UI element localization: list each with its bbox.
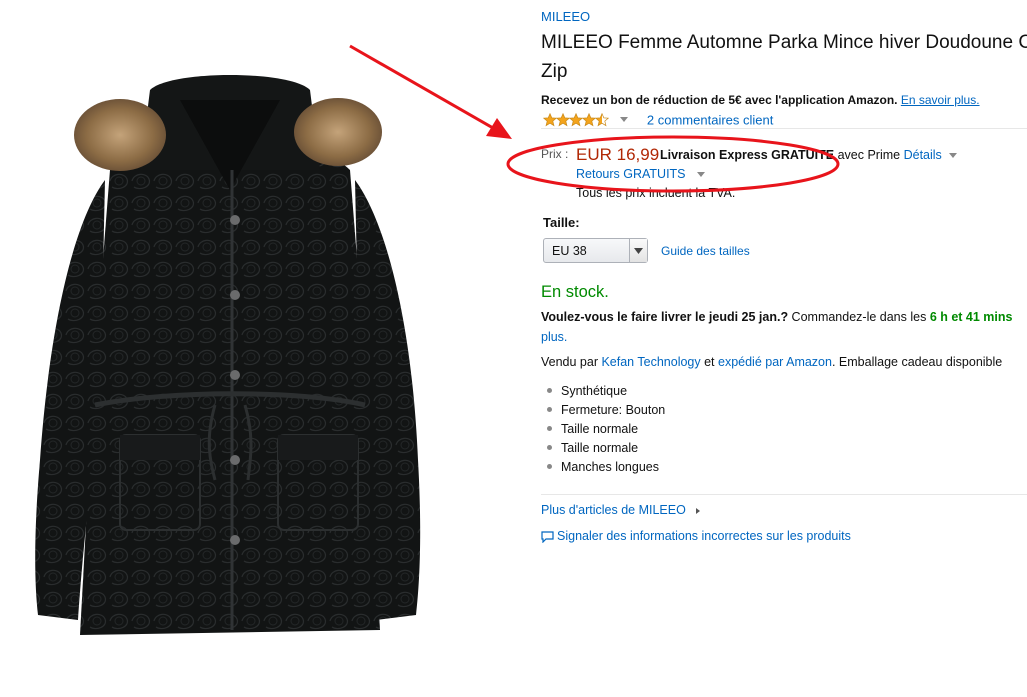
- bullet-icon: [547, 388, 552, 394]
- star-icon: [569, 112, 583, 127]
- promo-text: Recevez un bon de réduction de 5€ avec l…: [541, 93, 898, 107]
- feature-item: Taille normale: [541, 420, 665, 439]
- seller-link[interactable]: Kefan Technology: [601, 355, 700, 369]
- stock-status: En stock.: [541, 283, 609, 301]
- feature-item: Manches longues: [541, 458, 665, 477]
- star-icon: [595, 112, 609, 127]
- delivery-question: Voulez-vous le faire livrer le jeudi 25 …: [541, 310, 789, 324]
- annotation-ellipse: [506, 135, 840, 193]
- feature-text: Synthétique: [561, 384, 628, 398]
- divider: [541, 494, 1027, 495]
- delivery-more-link[interactable]: plus.: [541, 330, 567, 344]
- gift-wrap-text: . Emballage cadeau disponible: [831, 355, 1003, 369]
- feature-text: Taille normale: [561, 422, 639, 436]
- report-issue-link[interactable]: Signaler des informations incorrectes su…: [541, 529, 851, 544]
- rating-row: 2 commentaires client: [543, 111, 773, 127]
- star-icon: [543, 112, 557, 127]
- feature-text: Fermeture: Bouton: [561, 403, 666, 417]
- chevron-right-icon: [695, 507, 700, 514]
- size-dropdown[interactable]: EU 38: [543, 238, 648, 263]
- shipping-info: Livraison Express GRATUITE avec Prime Dé…: [660, 148, 958, 162]
- size-label: Taille:: [543, 215, 580, 230]
- seller-info: Vendu par Kefan Technology et expédié pa…: [541, 355, 1002, 369]
- report-issue-label[interactable]: Signaler des informations incorrectes su…: [557, 529, 851, 543]
- chevron-down-icon[interactable]: [629, 239, 647, 262]
- comment-icon: [541, 531, 554, 544]
- review-count-link[interactable]: 2 commentaires client: [647, 112, 773, 127]
- size-selected-value[interactable]: EU 38: [552, 244, 587, 258]
- star-icon: [556, 112, 570, 127]
- details-link[interactable]: Détails: [904, 148, 942, 162]
- divider: [541, 128, 1027, 129]
- feature-item: Synthétique: [541, 382, 665, 401]
- price-value: EUR 16,99: [576, 145, 660, 164]
- chevron-down-icon[interactable]: [949, 153, 958, 159]
- brand-link[interactable]: MILEEO: [541, 9, 590, 24]
- feature-item: Taille normale: [541, 439, 665, 458]
- free-shipping-text: Livraison Express GRATUITE: [660, 148, 835, 162]
- sold-by-label: Vendu par: [541, 355, 602, 369]
- order-within-text: Commandez-le dans les: [788, 310, 930, 324]
- chevron-down-icon[interactable]: [697, 172, 705, 178]
- annotation-arrowhead: [486, 118, 512, 139]
- star-rating[interactable]: [543, 111, 609, 128]
- bullet-icon: [547, 426, 552, 432]
- feature-item: Fermeture: Bouton: [541, 401, 665, 420]
- prime-text: avec Prime: [834, 148, 904, 162]
- size-guide-link[interactable]: Guide des tailles: [661, 244, 750, 258]
- feature-list: Synthétique Fermeture: Bouton Taille nor…: [541, 382, 665, 477]
- product-title: MILEEO Femme Automne Parka Mince hiver D…: [541, 32, 1027, 82]
- countdown-time: 6 h et 41 mins: [929, 310, 1013, 324]
- promo-message: Recevez un bon de réduction de 5€ avec l…: [541, 93, 980, 107]
- feature-text: Manches longues: [561, 460, 659, 474]
- free-returns-label[interactable]: Retours GRATUITS: [576, 167, 686, 181]
- star-icon: [582, 112, 596, 127]
- tax-note: Tous les prix incluent la TVA.: [576, 186, 736, 200]
- more-from-brand-label[interactable]: Plus d'articles de MILEEO: [541, 503, 686, 517]
- product-image[interactable]: [20, 60, 440, 660]
- bullet-icon: [547, 464, 552, 470]
- shipped-by-amazon-link[interactable]: expédié par Amazon: [718, 355, 832, 369]
- bullet-icon: [547, 407, 552, 413]
- delivery-info: Voulez-vous le faire livrer le jeudi 25 …: [541, 310, 1013, 324]
- more-from-brand-link[interactable]: Plus d'articles de MILEEO: [541, 503, 700, 517]
- learn-more-link[interactable]: En savoir plus.: [901, 93, 980, 107]
- price-label: Prix :: [541, 147, 569, 161]
- bullet-icon: [547, 445, 552, 451]
- and-text: et: [700, 355, 718, 369]
- chevron-down-icon[interactable]: [620, 117, 629, 123]
- free-returns-link[interactable]: Retours GRATUITS: [576, 167, 705, 181]
- feature-text: Taille normale: [561, 441, 639, 455]
